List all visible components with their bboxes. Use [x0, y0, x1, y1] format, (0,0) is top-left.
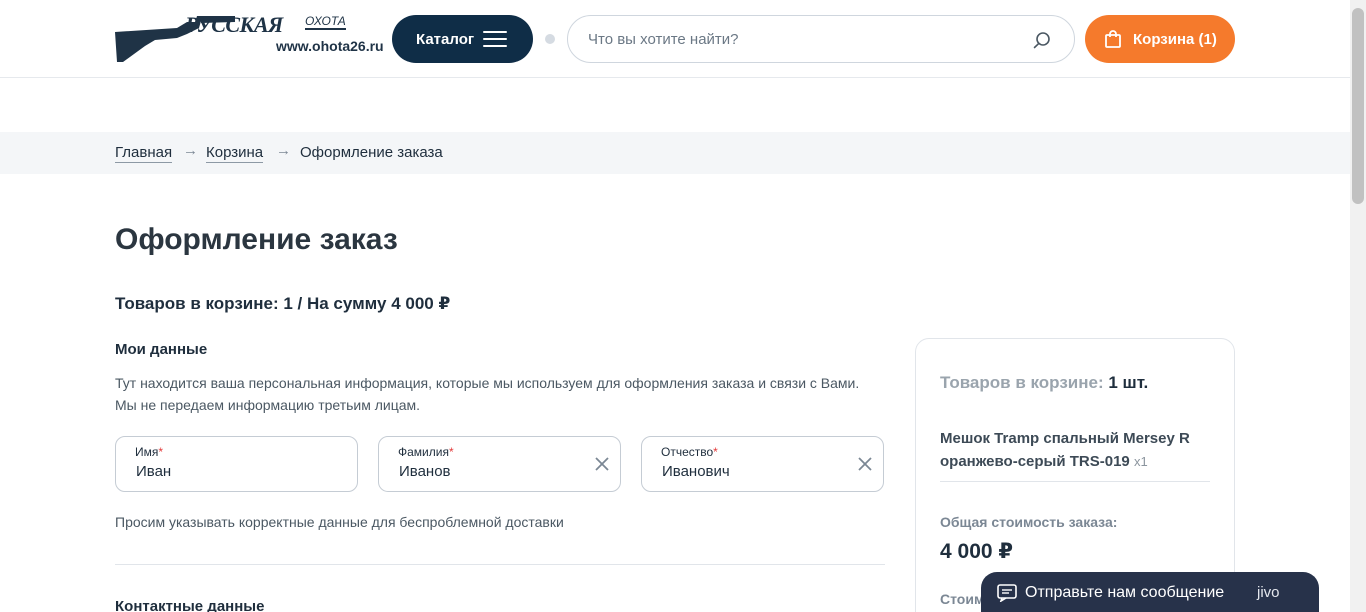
my-data-note: Тут находится ваша персональная информац… [115, 372, 895, 416]
field-label: Фамилия* [398, 445, 454, 459]
logo-url: www.ohota26.ru [276, 38, 384, 54]
cart-label: Корзина (1) [1133, 30, 1217, 48]
catalog-label: Каталог [416, 30, 475, 48]
menu-icon [483, 31, 507, 47]
site-logo[interactable]: РУССКАЯ ОХОТА www.ohota26.ru [115, 12, 384, 66]
chat-text[interactable]: Отправьте нам сообщение [1025, 584, 1224, 602]
product-item[interactable]: Мешок Tramp спальный Mersey R оранжево-с… [940, 427, 1200, 473]
total-value: 4 000 ₽ [940, 540, 1013, 563]
first-name-field[interactable]: Имя* Иван [115, 436, 358, 492]
card-divider [940, 481, 1210, 482]
middle-name-field[interactable]: Отчество* Иванович [641, 436, 884, 492]
my-data-note-line: Мы не передаем информацию третьим лицам. [115, 397, 421, 413]
cost-label-partial: Стоим [940, 591, 985, 607]
required-mark: * [448, 445, 454, 459]
clear-icon[interactable] [857, 456, 873, 472]
contacts-title: Контактные данные [115, 598, 265, 612]
shopping-bag-icon [1105, 30, 1121, 48]
search-box[interactable] [567, 15, 1075, 63]
divider-dot [545, 34, 555, 44]
site-header: РУССКАЯ ОХОТА www.ohota26.ru Каталог Кор… [0, 0, 1350, 78]
my-data-title: Мои данные [115, 341, 208, 358]
first-name-value[interactable]: Иван [136, 463, 171, 480]
total-label: Общая стоимость заказа: [940, 514, 1118, 530]
breadcrumb: Главная → Корзина → Оформление заказа [0, 132, 1350, 174]
product-qty: x1 [1133, 454, 1148, 469]
required-mark: * [713, 445, 718, 459]
required-mark: * [158, 445, 164, 459]
chat-widget[interactable]: Отправьте нам сообщение jivo [981, 572, 1319, 612]
breadcrumb-home-link[interactable]: Главная [115, 144, 173, 163]
scrollbar-thumb[interactable] [1352, 8, 1364, 204]
cart-button[interactable]: Корзина (1) [1085, 15, 1235, 63]
section-divider [115, 564, 885, 565]
breadcrumb-arrow-icon: → [183, 142, 198, 159]
message-icon [997, 584, 1017, 602]
cart-count-value: 1 шт. [1108, 373, 1149, 392]
product-name[interactable]: Мешок Tramp спальный Mersey R оранжево-с… [940, 430, 1190, 470]
clear-icon[interactable] [594, 456, 610, 472]
last-name-field[interactable]: Фамилия* Иванов [378, 436, 621, 492]
order-summary-card: Товаров в корзине: 1 шт. Мешок Tramp спа… [915, 338, 1235, 612]
last-name-value[interactable]: Иванов [399, 463, 451, 480]
page-title: Оформление заказ [115, 223, 398, 256]
search-input[interactable] [588, 16, 1028, 62]
search-icon[interactable] [1032, 30, 1052, 50]
middle-name-value[interactable]: Иванович [662, 463, 730, 480]
cart-summary: Товаров в корзине: 1 / На сумму 4 000 ₽ [115, 294, 451, 313]
delivery-hint: Просим указывать корректные данные для б… [115, 514, 564, 530]
catalog-button[interactable]: Каталог [392, 15, 533, 63]
breadcrumb-cart-link[interactable]: Корзина [206, 144, 264, 163]
jivo-logo: jivo [1257, 584, 1280, 601]
breadcrumb-arrow-icon: → [276, 142, 291, 159]
breadcrumb-current: Оформление заказа [300, 144, 443, 161]
scrollbar[interactable] [1350, 0, 1366, 612]
my-data-note-line: Тут находится ваша персональная информац… [115, 375, 860, 391]
field-label: Имя* [135, 445, 164, 459]
cart-count: Товаров в корзине: 1 шт. [940, 373, 1149, 392]
logo-brand-subtext: ОХОТА [305, 14, 346, 30]
field-label: Отчество* [661, 445, 718, 459]
logo-brand-text: РУССКАЯ [185, 12, 283, 37]
